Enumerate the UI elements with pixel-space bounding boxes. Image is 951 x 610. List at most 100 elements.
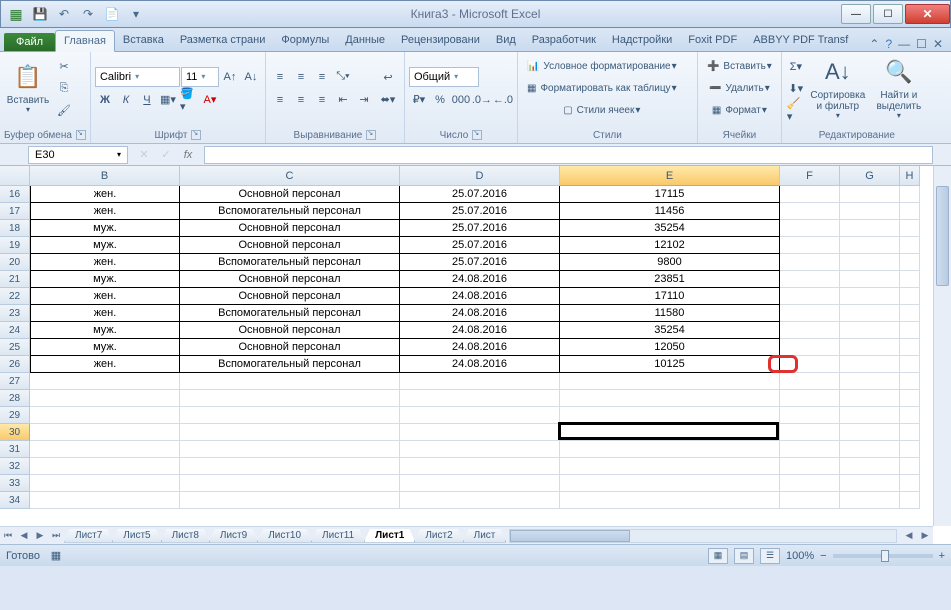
- cell-E24[interactable]: 35254: [560, 322, 780, 339]
- cell-C17[interactable]: Вспомогательный персонал: [180, 203, 400, 220]
- cell-D33[interactable]: [400, 475, 560, 492]
- cell-D25[interactable]: 24.08.2016: [400, 339, 560, 356]
- cell-B23[interactable]: жен.: [30, 305, 180, 322]
- cell-G32[interactable]: [840, 458, 900, 475]
- cell-F24[interactable]: [780, 322, 840, 339]
- cell-H16[interactable]: [900, 186, 920, 203]
- italic-button[interactable]: К: [116, 90, 136, 110]
- cell-B21[interactable]: муж.: [30, 271, 180, 288]
- cell-H27[interactable]: [900, 373, 920, 390]
- align-top-button[interactable]: ≡: [270, 67, 290, 87]
- cell-E22[interactable]: 17110: [560, 288, 780, 305]
- cell-F25[interactable]: [780, 339, 840, 356]
- cancel-formula-icon[interactable]: ✕: [134, 146, 154, 164]
- cell-C22[interactable]: Основной персонал: [180, 288, 400, 305]
- help-icon[interactable]: ?: [885, 37, 892, 51]
- cell-E16[interactable]: 17115: [560, 186, 780, 203]
- sheet-tab-Лист2[interactable]: Лист2: [414, 529, 463, 543]
- grow-font-button[interactable]: A↑: [220, 67, 240, 87]
- tab-формулы[interactable]: Формулы: [273, 30, 337, 51]
- align-right-button[interactable]: ≡: [312, 90, 332, 110]
- enter-formula-icon[interactable]: ✓: [156, 146, 176, 164]
- cell-G26[interactable]: [840, 356, 900, 373]
- cell-B16[interactable]: жен.: [30, 186, 180, 203]
- cell-G19[interactable]: [840, 237, 900, 254]
- cell-B25[interactable]: муж.: [30, 339, 180, 356]
- cell-E19[interactable]: 12102: [560, 237, 780, 254]
- cell-D27[interactable]: [400, 373, 560, 390]
- cell-B33[interactable]: [30, 475, 180, 492]
- decrease-indent-button[interactable]: ⇤: [333, 90, 353, 110]
- cell-D31[interactable]: [400, 441, 560, 458]
- zoom-out-button[interactable]: −: [820, 550, 826, 562]
- cell-B19[interactable]: муж.: [30, 237, 180, 254]
- format-painter-button[interactable]: 🖌: [54, 100, 74, 120]
- undo-button[interactable]: ↶: [53, 3, 75, 25]
- row-header-16[interactable]: 16: [0, 186, 30, 203]
- cell-H26[interactable]: [900, 356, 920, 373]
- cell-B28[interactable]: [30, 390, 180, 407]
- cell-D26[interactable]: 24.08.2016: [400, 356, 560, 373]
- column-header-E[interactable]: E: [560, 166, 780, 186]
- cell-styles-button[interactable]: ▢ Стили ячеек ▾: [522, 100, 682, 120]
- cell-F17[interactable]: [780, 203, 840, 220]
- cell-F32[interactable]: [780, 458, 840, 475]
- row-header-32[interactable]: 32: [0, 458, 30, 475]
- cell-F34[interactable]: [780, 492, 840, 509]
- tab-разработчик[interactable]: Разработчик: [524, 30, 604, 51]
- cell-H33[interactable]: [900, 475, 920, 492]
- cell-H29[interactable]: [900, 407, 920, 424]
- cell-E29[interactable]: [560, 407, 780, 424]
- cell-F31[interactable]: [780, 441, 840, 458]
- normal-view-button[interactable]: ▦: [708, 548, 728, 564]
- cell-D30[interactable]: [400, 424, 560, 441]
- cell-G18[interactable]: [840, 220, 900, 237]
- cell-B30[interactable]: [30, 424, 180, 441]
- mdi-restore-icon[interactable]: ☐: [916, 37, 927, 51]
- column-header-H[interactable]: H: [900, 166, 920, 186]
- cell-H21[interactable]: [900, 271, 920, 288]
- name-box[interactable]: E30▾: [28, 146, 128, 164]
- underline-button[interactable]: Ч: [137, 90, 157, 110]
- cell-D17[interactable]: 25.07.2016: [400, 203, 560, 220]
- cell-C25[interactable]: Основной персонал: [180, 339, 400, 356]
- row-header-18[interactable]: 18: [0, 220, 30, 237]
- cell-B27[interactable]: [30, 373, 180, 390]
- increase-indent-button[interactable]: ⇥: [354, 90, 374, 110]
- cell-B20[interactable]: жен.: [30, 254, 180, 271]
- currency-button[interactable]: ₽▾: [409, 90, 429, 110]
- cell-C34[interactable]: [180, 492, 400, 509]
- decrease-decimal-button[interactable]: ←.0: [493, 90, 513, 110]
- cell-G34[interactable]: [840, 492, 900, 509]
- align-launcher[interactable]: [366, 130, 376, 140]
- autosum-button[interactable]: Σ▾: [786, 56, 806, 76]
- paste-button[interactable]: 📋 Вставить▾: [4, 54, 52, 122]
- font-launcher[interactable]: [191, 130, 201, 140]
- cell-H20[interactable]: [900, 254, 920, 271]
- cell-C20[interactable]: Вспомогательный персонал: [180, 254, 400, 271]
- row-header-19[interactable]: 19: [0, 237, 30, 254]
- align-left-button[interactable]: ≡: [270, 90, 290, 110]
- cell-B26[interactable]: жен.: [30, 356, 180, 373]
- page-break-view-button[interactable]: ☰: [760, 548, 780, 564]
- sheet-tab-Лист5[interactable]: Лист5: [112, 529, 161, 543]
- select-all-corner[interactable]: [0, 166, 30, 186]
- border-button[interactable]: ▦▾: [158, 90, 178, 110]
- cell-H24[interactable]: [900, 322, 920, 339]
- number-launcher[interactable]: [472, 130, 482, 140]
- sheet-tab-Лист11[interactable]: Лист11: [311, 529, 365, 543]
- column-header-B[interactable]: B: [30, 166, 180, 186]
- cell-C27[interactable]: [180, 373, 400, 390]
- cell-H23[interactable]: [900, 305, 920, 322]
- cell-C23[interactable]: Вспомогательный персонал: [180, 305, 400, 322]
- cell-C19[interactable]: Основной персонал: [180, 237, 400, 254]
- cell-E27[interactable]: [560, 373, 780, 390]
- percent-button[interactable]: %: [430, 90, 450, 110]
- cell-D28[interactable]: [400, 390, 560, 407]
- cell-F27[interactable]: [780, 373, 840, 390]
- cell-H17[interactable]: [900, 203, 920, 220]
- row-header-28[interactable]: 28: [0, 390, 30, 407]
- cell-F23[interactable]: [780, 305, 840, 322]
- cut-button[interactable]: ✂: [54, 56, 74, 76]
- cell-C16[interactable]: Основной персонал: [180, 186, 400, 203]
